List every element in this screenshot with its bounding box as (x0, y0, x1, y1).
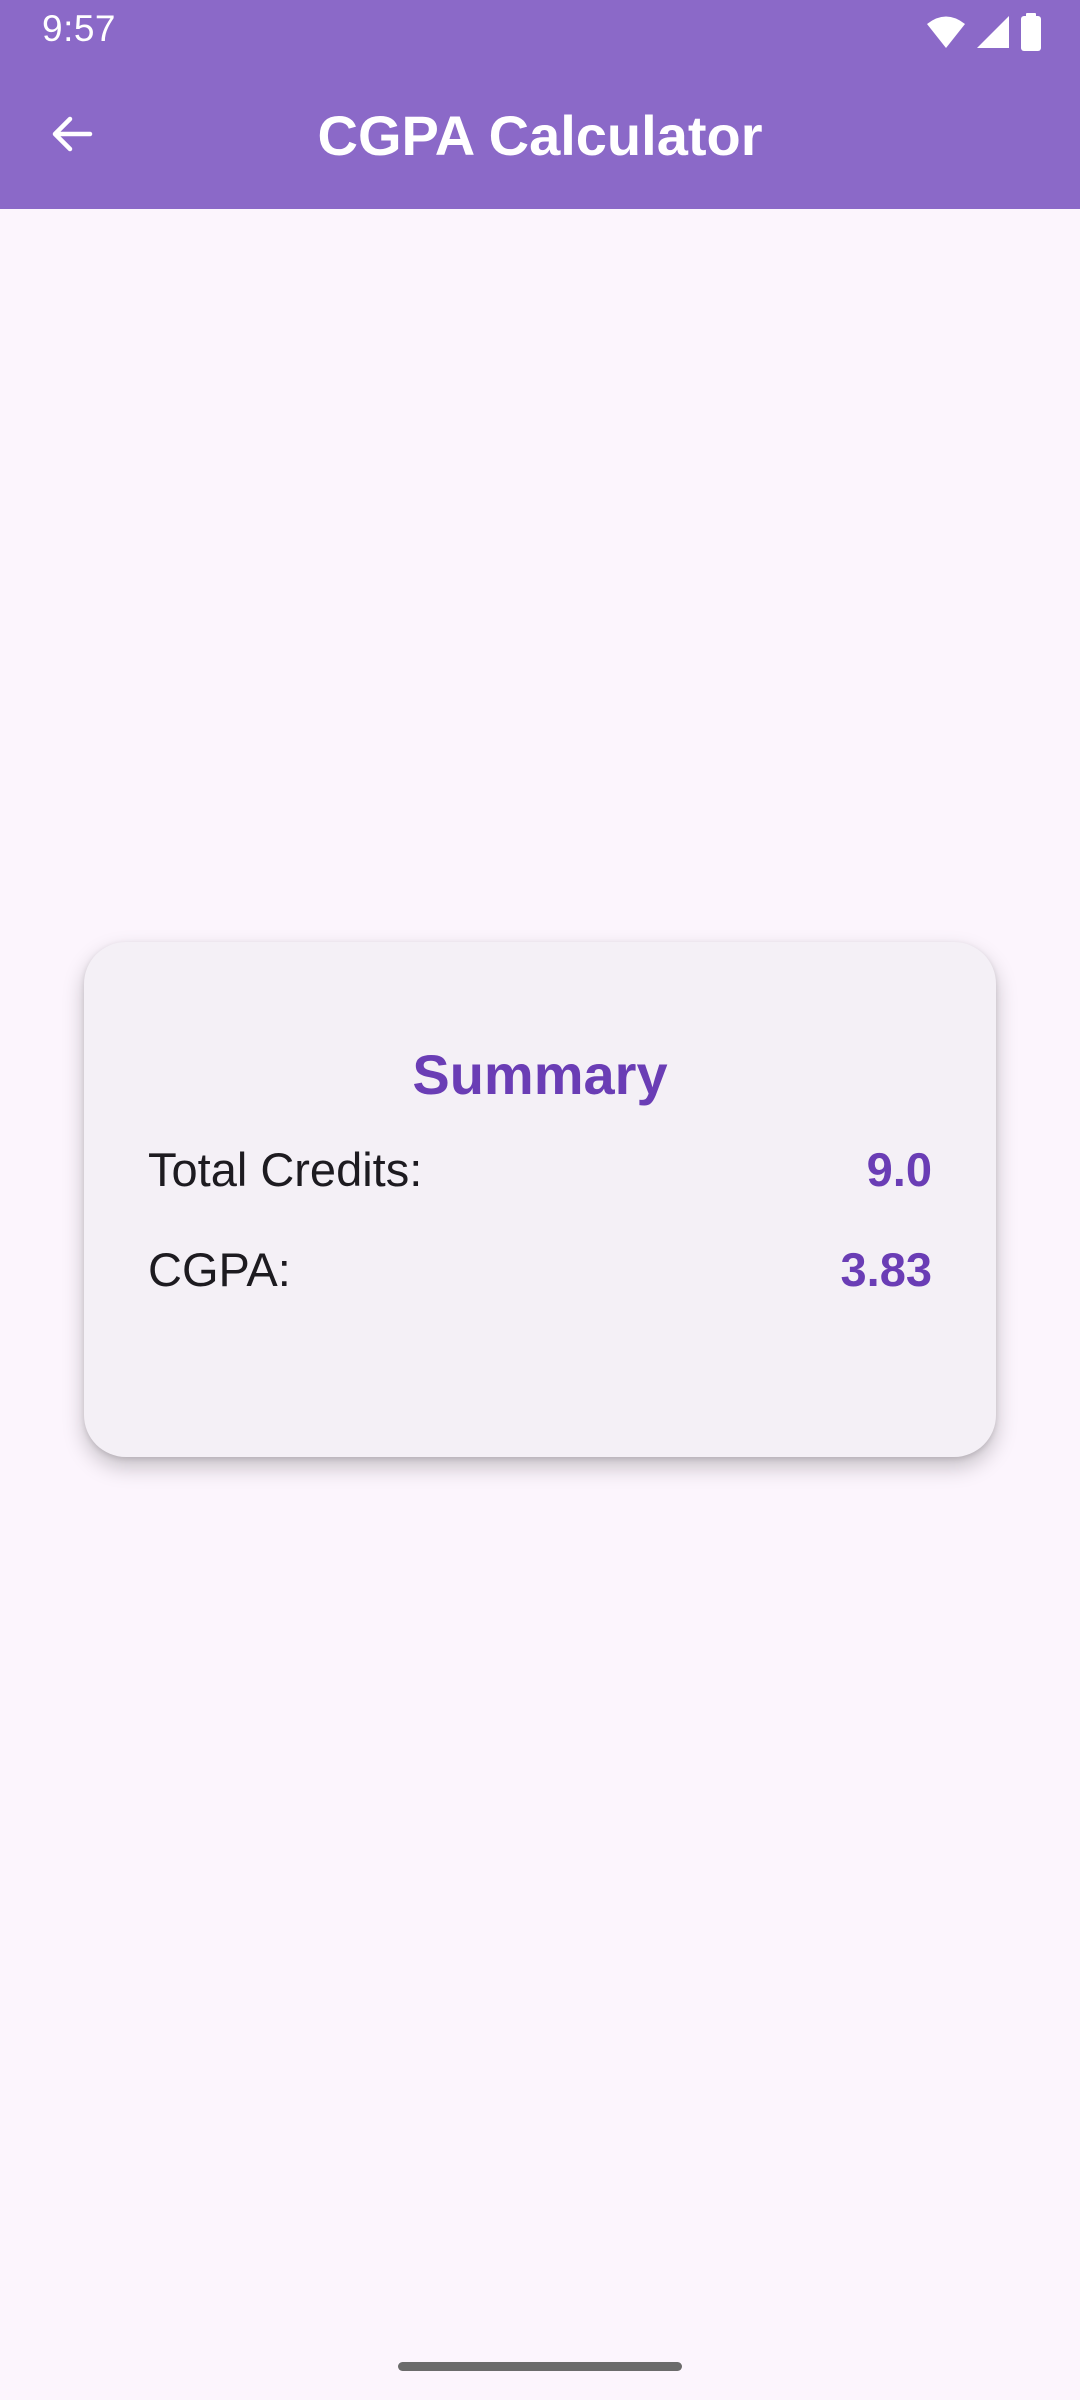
summary-card: Summary Total Credits: 9.0 CGPA: 3.83 (84, 942, 996, 1457)
summary-title: Summary (412, 1043, 668, 1106)
cgpa-label: CGPA: (148, 1242, 291, 1296)
app-bar: 9:57 CGPA Calculator (0, 0, 1080, 209)
status-time: 9:57 (42, 8, 117, 49)
status-icons (926, 12, 1042, 52)
cgpa-row: CGPA: 3.83 (148, 1237, 932, 1301)
screen: 9:57 CGPA Calculator Summary Total Credi… (0, 0, 1080, 2400)
total-credits-label: Total Credits: (148, 1142, 423, 1196)
battery-icon (1020, 13, 1042, 51)
total-credits-row: Total Credits: 9.0 (148, 1137, 932, 1201)
total-credits-value: 9.0 (866, 1142, 932, 1196)
page-title: CGPA Calculator (317, 104, 763, 167)
cellular-signal-icon (976, 15, 1010, 49)
home-indicator[interactable] (398, 2362, 682, 2371)
wifi-icon (926, 15, 966, 49)
cgpa-value: 3.83 (840, 1242, 932, 1296)
